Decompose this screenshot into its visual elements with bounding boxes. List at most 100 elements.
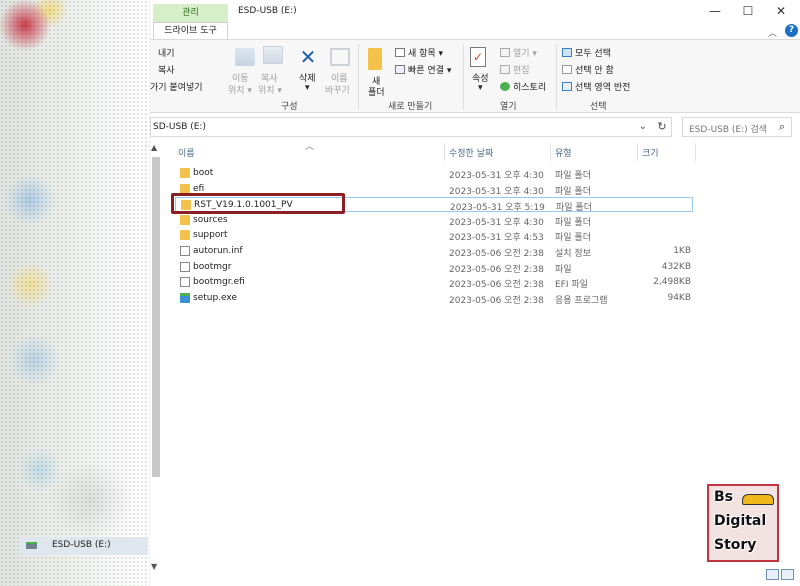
- file-row[interactable]: setup.exe 2023-05-06 오전 2:38 응용 프로그램 94KB: [175, 291, 693, 306]
- large-icons-view-icon[interactable]: [781, 569, 794, 580]
- new-item-label: 새 항목 ▾: [408, 49, 444, 59]
- ribbon-separator: [358, 44, 359, 110]
- scroll-up-icon[interactable]: ▲: [151, 143, 157, 152]
- group-new-label: 새로 만들기: [388, 102, 433, 112]
- file-name: bootmgr: [193, 261, 232, 272]
- tab-drive-tools[interactable]: 드라이브 도구: [153, 22, 228, 39]
- column-header-type[interactable]: 유형: [555, 146, 572, 159]
- file-row[interactable]: bootmgr 2023-05-06 오전 2:38 파일 432KB: [175, 260, 693, 275]
- tab-manage-label: 관리: [182, 8, 199, 18]
- invert-selection-button[interactable]: 선택 영역 반전: [562, 80, 630, 93]
- file-icon: [180, 246, 190, 256]
- file-type: 파일 폴더: [555, 171, 591, 181]
- delete-dropdown[interactable]: ▾: [305, 83, 310, 93]
- ribbon-separator: [463, 44, 464, 110]
- taxi-icon: [742, 494, 774, 505]
- file-name: setup.exe: [193, 292, 237, 303]
- column-divider[interactable]: [444, 143, 445, 161]
- ribbon-separator: [556, 44, 557, 110]
- file-row[interactable]: bootmgr.efi 2023-05-06 오전 2:38 EFI 파일 2,498…: [175, 275, 693, 290]
- file-row[interactable]: sources 2023-05-31 오후 4:30 파일 폴더: [175, 213, 693, 228]
- file-name: autorun.inf: [193, 246, 243, 256]
- file-size: 1KB: [673, 246, 691, 256]
- usb-drive-icon: [26, 542, 37, 549]
- column-header-name[interactable]: 이름: [178, 146, 195, 159]
- help-icon[interactable]: ?: [785, 24, 798, 37]
- column-header-modified[interactable]: 수정한 날짜: [449, 146, 493, 159]
- file-modified: 2023-05-06 오전 2:38: [449, 249, 544, 259]
- file-modified: 2023-05-31 오후 5:19: [450, 203, 545, 214]
- properties-dropdown[interactable]: ▾: [478, 83, 483, 93]
- ribbon-paste-shortcut[interactable]: 가기 붙여넣기: [150, 80, 203, 93]
- file-row[interactable]: support 2023-05-31 오후 4:53 파일 폴더: [175, 228, 693, 243]
- folder-icon: [180, 230, 190, 241]
- column-divider[interactable]: [695, 143, 696, 161]
- copy-to-icon: [263, 46, 283, 64]
- file-row[interactable]: autorun.inf 2023-05-06 오전 2:38 설치 정보 1KB: [175, 244, 693, 259]
- select-all-label: 모두 선택: [575, 49, 611, 59]
- search-icon: ⌕: [778, 120, 785, 133]
- close-button[interactable]: ✕: [766, 2, 796, 20]
- invert-selection-label: 선택 영역 반전: [575, 83, 631, 93]
- file-modified: 2023-05-06 오전 2:38: [449, 264, 544, 275]
- scroll-thumb[interactable]: [152, 157, 160, 477]
- scroll-down-icon[interactable]: ▼: [151, 562, 157, 571]
- address-path: SD-USB (E:): [153, 122, 206, 132]
- new-item-button[interactable]: 새 항목 ▾: [395, 46, 443, 59]
- search-box[interactable]: ESD-USB (E:) 검색 ⌕: [682, 117, 792, 137]
- select-all-button[interactable]: 모두 선택: [562, 46, 611, 59]
- column-divider[interactable]: [550, 143, 551, 161]
- edit-label: 편집: [513, 66, 530, 76]
- column-divider[interactable]: [637, 143, 638, 161]
- easy-access-label: 빠른 연결 ▾: [408, 66, 452, 76]
- easy-access-icon: [395, 65, 405, 74]
- ribbon-clipboard-item[interactable]: 내기: [158, 46, 175, 59]
- new-item-icon: [395, 48, 405, 57]
- easy-access-button[interactable]: 빠른 연결 ▾: [395, 63, 451, 76]
- invert-selection-icon: [562, 82, 572, 91]
- nav-item-usb-drive[interactable]: ESD-USB (E:): [20, 537, 148, 555]
- file-size: 432KB: [661, 261, 691, 272]
- maximize-button[interactable]: ☐: [733, 2, 763, 20]
- group-organize-label: 구성: [281, 102, 298, 112]
- logo-line-1: Bs: [714, 489, 734, 505]
- history-button[interactable]: 히스토리: [500, 80, 546, 93]
- new-folder-icon: [368, 48, 382, 70]
- refresh-button[interactable]: ↻: [652, 117, 672, 137]
- edit-button[interactable]: 편집: [500, 63, 530, 76]
- file-name: support: [193, 230, 228, 241]
- minimize-button[interactable]: —: [700, 2, 730, 20]
- file-modified: 2023-05-31 오후 4:30: [449, 186, 544, 197]
- select-none-label: 선택 안 함: [575, 66, 614, 76]
- copy-to-label-2[interactable]: 위치 ▾: [258, 83, 282, 96]
- tab-manage[interactable]: 관리: [153, 4, 228, 22]
- file-modified: 2023-05-06 오전 2:38: [449, 280, 544, 291]
- open-button[interactable]: 열기 ▾: [500, 46, 537, 59]
- file-type: 응용 프로그램: [555, 295, 608, 306]
- group-open-label: 열기: [500, 102, 517, 112]
- nav-item-usb-drive-label: ESD-USB (E:): [52, 540, 111, 550]
- file-modified: 2023-05-31 오후 4:30: [449, 171, 544, 181]
- ribbon-copy-path[interactable]: 복사: [158, 63, 175, 76]
- tab-drive-tools-label: 드라이브 도구: [164, 26, 217, 36]
- collapse-ribbon-icon[interactable]: ︿: [768, 26, 777, 39]
- logo-line-3: Story: [714, 537, 757, 553]
- nav-pane-scrollbar[interactable]: ▲ ▼: [150, 143, 162, 571]
- select-none-button[interactable]: 선택 안 함: [562, 63, 614, 76]
- move-to-label-2[interactable]: 위치 ▾: [228, 83, 252, 96]
- file-type: 파일 폴더: [555, 186, 591, 197]
- details-view-icon[interactable]: [766, 569, 779, 580]
- folder-icon: [180, 168, 190, 178]
- file-row[interactable]: boot 2023-05-31 오후 4:30 파일 폴더: [175, 166, 693, 181]
- open-label: 열기 ▾: [513, 49, 537, 59]
- file-name: boot: [193, 168, 214, 178]
- delete-icon: ✕: [299, 45, 317, 69]
- column-header-size[interactable]: 크기: [642, 146, 659, 159]
- new-folder-label-2[interactable]: 폴더: [368, 85, 385, 98]
- rename-label-2[interactable]: 바꾸기: [325, 83, 350, 96]
- window-title: ESD-USB (E:): [238, 6, 297, 16]
- file-icon: [180, 261, 190, 272]
- open-icon: [500, 48, 510, 57]
- address-bar[interactable]: SD-USB (E:) ⌄: [150, 117, 672, 137]
- address-dropdown-icon[interactable]: ⌄: [639, 121, 647, 132]
